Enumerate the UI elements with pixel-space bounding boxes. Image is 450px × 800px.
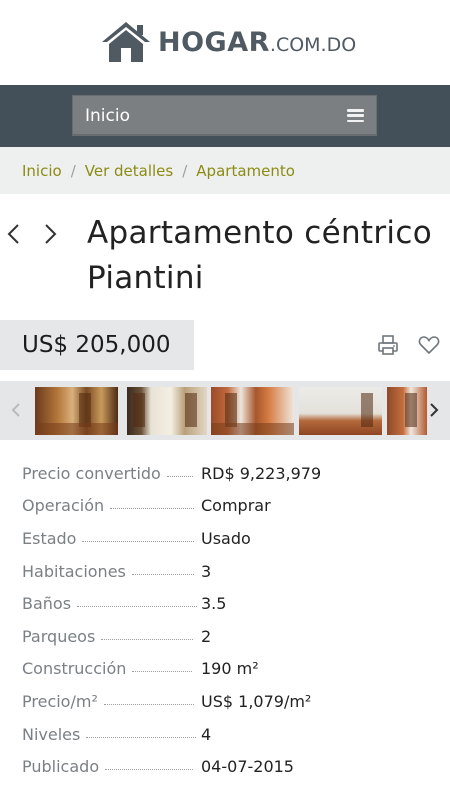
detail-value: 04-07-2015 (201, 757, 294, 777)
gallery-next-icon[interactable] (427, 400, 441, 420)
breadcrumb-separator: / (70, 161, 76, 180)
breadcrumb-link-inicio[interactable]: Inicio (22, 162, 62, 180)
detail-label: Niveles (22, 724, 81, 744)
property-details: Precio convertido RD$ 9,223,979 Operació… (22, 457, 432, 783)
detail-value: RD$ 9,223,979 (201, 463, 322, 483)
dotted-leader (132, 671, 193, 673)
dotted-leader (131, 573, 194, 575)
dotted-leader (77, 606, 198, 608)
dotted-leader (166, 475, 193, 477)
detail-row-parqueos: Parqueos 2 (22, 620, 432, 653)
price-box: US$ 205,000 (0, 320, 194, 370)
dotted-leader (110, 508, 195, 510)
detail-value: 3.5 (201, 594, 227, 614)
breadcrumb: Inicio / Ver detalles / Apartamento (0, 147, 450, 194)
gallery-thumbnail[interactable] (211, 387, 294, 435)
gallery-thumbnail[interactable] (127, 387, 207, 435)
detail-row-publicado: Publicado 04-07-2015 (22, 750, 432, 783)
photo-gallery (0, 381, 450, 440)
nav-bar: Inicio (0, 85, 450, 147)
detail-value: 190 m² (201, 659, 259, 679)
breadcrumb-separator: / (182, 161, 188, 180)
dotted-leader (82, 540, 195, 542)
brand-name: HOGAR.COM.DO (158, 26, 357, 58)
detail-label: Baños (22, 594, 72, 614)
dotted-leader (105, 769, 194, 771)
listing-title: Apartamento céntrico Piantini (87, 215, 432, 296)
detail-row-precio-convertido: Precio convertido RD$ 9,223,979 (22, 457, 432, 490)
site-header: HOGAR.COM.DO (0, 0, 450, 85)
dotted-leader (86, 736, 197, 738)
detail-label: Parqueos (22, 626, 96, 646)
detail-label: Publicado (22, 757, 100, 777)
detail-value: 2 (201, 626, 212, 646)
heart-icon[interactable] (418, 335, 440, 355)
breadcrumb-link-ver-detalles[interactable]: Ver detalles (85, 162, 173, 180)
brand-domain: .COM.DO (269, 33, 357, 56)
detail-row-niveles: Niveles 4 (22, 718, 432, 751)
gallery-thumbnail[interactable] (299, 387, 382, 435)
print-icon[interactable] (377, 334, 399, 356)
dotted-leader (101, 638, 194, 640)
breadcrumb-link-apartamento[interactable]: Apartamento (196, 162, 295, 180)
detail-row-habitaciones: Habitaciones 3 (22, 555, 432, 588)
detail-value: 3 (201, 561, 212, 581)
chevron-left-icon[interactable] (4, 222, 24, 246)
detail-row-precio-m2: Precio/m² US$ 1,079/m² (22, 685, 432, 718)
detail-value: Usado (201, 528, 251, 548)
house-icon (102, 22, 150, 62)
nav-menu-label: Inicio (85, 105, 130, 126)
detail-value: US$ 1,079/m² (201, 691, 312, 711)
hamburger-icon[interactable] (347, 109, 364, 122)
listing-price: US$ 205,000 (22, 332, 171, 358)
detail-row-estado: Estado Usado (22, 522, 432, 555)
detail-label: Habitaciones (22, 561, 126, 581)
detail-value: Comprar (201, 496, 271, 516)
site-logo[interactable]: HOGAR.COM.DO (100, 20, 356, 64)
listing-title-row: Apartamento céntrico Piantini (0, 200, 450, 310)
dotted-leader (103, 703, 194, 705)
detail-value: 4 (201, 724, 212, 744)
detail-row-banos: Baños 3.5 (22, 587, 432, 620)
detail-label: Construcción (22, 659, 127, 679)
detail-label: Precio/m² (22, 691, 98, 711)
gallery-thumbnail[interactable] (387, 387, 427, 435)
nav-menu-select[interactable]: Inicio (72, 95, 377, 136)
gallery-thumbnail[interactable] (35, 387, 118, 435)
detail-label: Estado (22, 528, 77, 548)
detail-row-construccion: Construcción 190 m² (22, 653, 432, 686)
detail-label: Operación (22, 496, 105, 516)
detail-label: Precio convertido (22, 463, 161, 483)
detail-row-operacion: Operación Comprar (22, 490, 432, 523)
chevron-right-icon[interactable] (40, 222, 60, 246)
gallery-prev-icon[interactable] (9, 400, 23, 420)
